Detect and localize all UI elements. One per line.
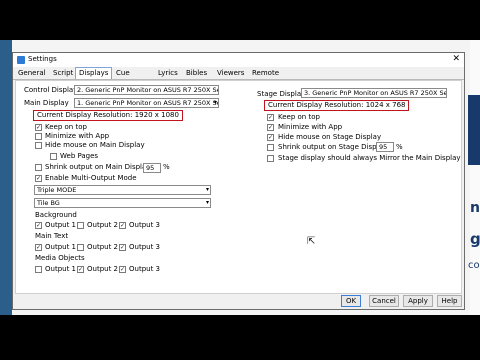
desktop-right-area xyxy=(470,40,480,315)
background-text-co: co xyxy=(468,260,480,271)
media-output3-label: Output 3 xyxy=(129,265,160,273)
stage-shrink-label: Shrink output on Stage Display xyxy=(278,143,387,151)
media-output1-checkbox[interactable] xyxy=(35,266,42,273)
close-icon[interactable]: ✕ xyxy=(452,54,460,64)
stage-shrink-value-input[interactable]: 95 xyxy=(376,142,394,152)
cancel-button[interactable]: Cancel xyxy=(369,295,399,307)
app-icon xyxy=(17,56,25,64)
title-bar: Settings ✕ xyxy=(13,53,464,67)
media-output2-label: Output 2 xyxy=(87,265,118,273)
apply-button[interactable]: Apply xyxy=(403,295,433,307)
stage-mirror-label: Stage display should always Mirror the M… xyxy=(278,154,461,162)
tab-viewers[interactable]: Viewers xyxy=(214,68,247,79)
web-pages-label: Web Pages xyxy=(60,152,99,160)
stage-shrink-checkbox[interactable] xyxy=(267,144,274,151)
displays-panel: Control Display 2. Generic PnP Monitor o… xyxy=(15,80,462,294)
stage-minimize-label: Minimize with App xyxy=(278,123,343,131)
background-output1-label: Output 1 xyxy=(45,221,76,229)
tile-value: Tile BG xyxy=(37,199,60,207)
main-text-output2-label: Output 2 xyxy=(87,243,118,251)
background-letter-n: n xyxy=(470,200,480,216)
settings-window: Settings ✕ General Script Displays Cue S… xyxy=(12,52,465,310)
stage-display-select[interactable]: 3. Generic PnP Monitor on ASUS R7 250X S… xyxy=(301,88,447,98)
media-objects-label: Media Objects xyxy=(35,254,85,262)
tab-general[interactable]: General xyxy=(15,68,49,79)
control-display-select[interactable]: 2. Generic PnP Monitor on ASUS R7 250X S… xyxy=(74,85,219,95)
enable-multi-output-checkbox[interactable] xyxy=(35,175,42,182)
main-display-label: Main Display xyxy=(24,99,69,107)
background-output2-label: Output 2 xyxy=(87,221,118,229)
chevron-down-icon: ▾ xyxy=(213,99,217,106)
media-output2-checkbox[interactable] xyxy=(77,266,84,273)
stage-hide-mouse-label: Hide mouse on Stage Display xyxy=(278,133,382,141)
background-label: Background xyxy=(35,211,77,219)
media-output3-checkbox[interactable] xyxy=(119,266,126,273)
main-resolution-label: Current Display Resolution: 1920 x 1080 xyxy=(33,110,183,121)
main-text-output3-checkbox[interactable] xyxy=(119,244,126,251)
background-output1-checkbox[interactable] xyxy=(35,222,42,229)
chevron-down-icon: ▾ xyxy=(205,186,209,193)
background-output3-label: Output 3 xyxy=(129,221,160,229)
stage-display-value: 3. Generic PnP Monitor on ASUS R7 250X S… xyxy=(304,89,447,97)
mouse-pointer-icon: ⇱ xyxy=(307,236,316,247)
main-text-output1-checkbox[interactable] xyxy=(35,244,42,251)
background-output2-checkbox[interactable] xyxy=(77,222,84,229)
stage-resolution-label: Current Display Resolution: 1024 x 768 xyxy=(264,100,410,111)
shrink-unit-label: % xyxy=(163,163,170,171)
tab-lyrics[interactable]: Lyrics xyxy=(155,68,181,79)
shrink-output-checkbox[interactable] xyxy=(35,164,42,171)
main-text-output3-label: Output 3 xyxy=(129,243,160,251)
control-display-value: 2. Generic PnP Monitor on ASUS R7 250X S… xyxy=(77,86,219,94)
enable-multi-output-label: Enable Multi-Output Mode xyxy=(45,174,137,182)
tile-select[interactable]: Tile BG ▾ xyxy=(34,198,211,208)
keep-on-top-checkbox[interactable] xyxy=(35,124,42,131)
mode-select[interactable]: Triple MODE ▾ xyxy=(34,185,211,195)
main-text-label: Main Text xyxy=(35,232,69,240)
stage-keep-on-top-label: Keep on top xyxy=(278,113,320,121)
mode-value: Triple MODE xyxy=(37,186,77,194)
main-display-select[interactable]: 1. Generic PnP Monitor on ASUS R7 250X S… xyxy=(74,98,219,108)
stage-mirror-checkbox[interactable] xyxy=(267,155,274,162)
minimize-with-app-checkbox[interactable] xyxy=(35,133,42,140)
hide-mouse-checkbox[interactable] xyxy=(35,142,42,149)
stage-keep-on-top-checkbox[interactable] xyxy=(267,114,274,121)
ok-button[interactable]: OK xyxy=(341,295,361,307)
tab-script[interactable]: Script xyxy=(50,68,76,79)
stage-hide-mouse-checkbox[interactable] xyxy=(267,134,274,141)
desktop-left-strip xyxy=(0,40,12,315)
shrink-output-label: Shrink output on Main Display xyxy=(45,163,151,171)
stage-display-label: Stage Display xyxy=(257,90,306,98)
background-letter-g: g xyxy=(470,230,480,248)
shrink-value-input[interactable]: 95 xyxy=(143,163,161,173)
desktop-right-banner xyxy=(468,95,480,165)
chevron-down-icon: ▾ xyxy=(205,199,209,206)
window-title: Settings xyxy=(28,55,57,63)
tab-bibles[interactable]: Bibles xyxy=(183,68,210,79)
web-pages-checkbox[interactable] xyxy=(50,153,57,160)
tab-cue-setup[interactable]: Cue Setup xyxy=(113,68,139,88)
main-display-value: 1. Generic PnP Monitor on ASUS R7 250X S… xyxy=(77,99,219,107)
main-text-output1-label: Output 1 xyxy=(45,243,76,251)
stage-shrink-unit-label: % xyxy=(396,143,403,151)
main-text-output2-checkbox[interactable] xyxy=(77,244,84,251)
hide-mouse-label: Hide mouse on Main Display xyxy=(45,141,145,149)
help-button[interactable]: Help xyxy=(437,295,462,307)
tab-remote[interactable]: Remote xyxy=(249,68,282,79)
control-display-label: Control Display xyxy=(24,86,78,94)
background-output3-checkbox[interactable] xyxy=(119,222,126,229)
keep-on-top-label: Keep on top xyxy=(45,123,87,131)
media-output1-label: Output 1 xyxy=(45,265,76,273)
stage-minimize-checkbox[interactable] xyxy=(267,124,274,131)
minimize-with-app-label: Minimize with App xyxy=(45,132,110,140)
